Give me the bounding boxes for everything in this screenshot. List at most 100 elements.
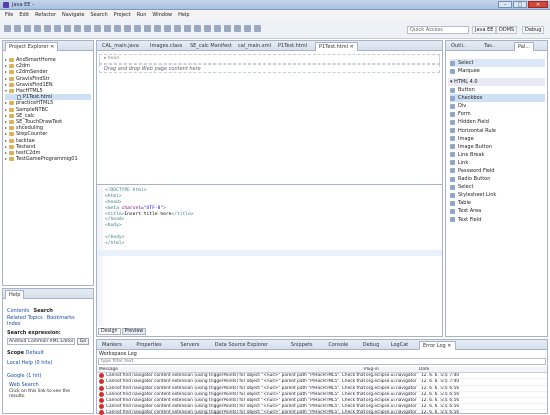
close-button[interactable]: ✕ xyxy=(528,1,548,8)
toolbar-icon[interactable] xyxy=(14,25,21,32)
palette-item[interactable]: Hidden Field xyxy=(450,118,545,126)
toolbar-icon[interactable] xyxy=(144,25,151,32)
editor-tab[interactable]: cal_main.xml xyxy=(235,42,274,51)
toolbar-icon[interactable] xyxy=(4,25,11,32)
palette-item[interactable]: Table xyxy=(450,199,545,207)
bottom-tab[interactable]: Data Source Explorer xyxy=(212,341,271,350)
minimize-button[interactable]: – xyxy=(498,1,512,8)
log-column-header[interactable]: Date xyxy=(419,367,479,372)
log-column-header[interactable]: Plug-in xyxy=(364,367,419,372)
palette-item[interactable]: Text Area xyxy=(450,207,545,215)
maximize-button[interactable]: □ xyxy=(513,1,527,8)
toolbar-icon[interactable] xyxy=(214,25,221,32)
design-drop-area[interactable]: Drag and drop Web page content here xyxy=(99,64,440,73)
bottom-tab[interactable]: Debug xyxy=(360,341,382,350)
palette-item[interactable]: Text Field xyxy=(450,216,545,224)
bottom-tab[interactable]: Properties xyxy=(133,341,164,350)
toolbar-icon[interactable] xyxy=(244,25,251,32)
menu-help[interactable]: Help xyxy=(178,12,189,18)
toolbar-icon[interactable] xyxy=(54,25,61,32)
toolbar-icon[interactable] xyxy=(194,25,201,32)
tab-design[interactable]: Design xyxy=(98,328,121,335)
palette-tool[interactable]: Marquee xyxy=(450,67,545,75)
menu-search[interactable]: Search xyxy=(90,12,107,18)
toolbar-icon[interactable] xyxy=(84,25,91,32)
perspective-debug[interactable]: Debug xyxy=(522,26,545,34)
toolbar-icon[interactable] xyxy=(164,25,171,32)
toolbar-icon[interactable] xyxy=(184,25,191,32)
local-help-link[interactable]: Local Help (0 hits) xyxy=(7,360,52,366)
help-contents-link[interactable]: Contents xyxy=(7,308,30,314)
help-search-link[interactable]: Search xyxy=(34,308,53,314)
source-editor[interactable]: <!DOCTYPE html> <html> <head> <meta charset… xyxy=(105,188,194,247)
tree-item[interactable]: ▸ TestGameProgrammig01 xyxy=(5,156,91,162)
split-divider[interactable] xyxy=(97,184,442,185)
toolbar-icon[interactable] xyxy=(254,25,261,32)
close-icon[interactable]: ✕ xyxy=(446,343,451,349)
palette-item[interactable]: Select xyxy=(450,183,545,191)
tab-help[interactable]: Help xyxy=(5,290,25,299)
toolbar-icon[interactable] xyxy=(34,25,41,32)
toolbar-icon[interactable] xyxy=(74,25,81,32)
menu-navigate[interactable]: Navigate xyxy=(62,12,84,18)
toolbar-icon[interactable] xyxy=(114,25,121,32)
palette-item[interactable]: Button xyxy=(450,86,545,94)
help-related-topics-link[interactable]: Related Topics xyxy=(7,315,43,321)
quick-access-input[interactable]: Quick Access xyxy=(407,26,469,34)
menu-file[interactable]: File xyxy=(5,12,13,18)
palette-item[interactable]: Horizontal Rule xyxy=(450,126,545,134)
menu-run[interactable]: Run xyxy=(137,12,147,18)
bottom-tab[interactable]: Snippets xyxy=(288,341,316,350)
menu-project[interactable]: Project xyxy=(114,12,131,18)
tab-preview[interactable]: Preview xyxy=(121,328,147,335)
palette-item[interactable]: Div xyxy=(450,102,545,110)
toolbar-icon[interactable] xyxy=(204,25,211,32)
toolbar-icon[interactable] xyxy=(134,25,141,32)
log-row[interactable]: Cannot find navigator content extension … xyxy=(97,410,547,415)
palette-item[interactable]: Image xyxy=(450,135,545,143)
toolbar-icon[interactable] xyxy=(64,25,71,32)
log-filter-input[interactable]: type filter text xyxy=(98,358,546,365)
toolbar-icon[interactable] xyxy=(44,25,51,32)
right-tab[interactable]: Pal... xyxy=(514,42,535,51)
bottom-tab[interactable]: LogCat xyxy=(388,341,411,350)
toolbar-icon[interactable] xyxy=(124,25,131,32)
palette-tool[interactable]: Select xyxy=(450,59,545,68)
toolbar-icon[interactable] xyxy=(154,25,161,32)
help-bookmarks-link[interactable]: Bookmarks xyxy=(47,315,75,321)
palette-item[interactable]: Link xyxy=(450,159,545,167)
bottom-tab[interactable]: Markers xyxy=(99,341,125,350)
palette-item[interactable]: Line Break xyxy=(450,151,545,159)
toolbar-icon[interactable] xyxy=(234,25,241,32)
help-go-button[interactable]: Go xyxy=(77,338,89,345)
menu-window[interactable]: Window xyxy=(152,12,172,18)
editor-tab[interactable]: Images.class xyxy=(147,42,185,51)
perspective-ddms[interactable]: DDMS xyxy=(496,26,518,34)
menu-refactor[interactable]: Refactor xyxy=(35,12,56,18)
close-icon[interactable]: ✕ xyxy=(348,44,354,50)
bottom-tab[interactable]: Servers xyxy=(177,341,202,350)
palette-section-html4[interactable]: ▾ HTML 4.0 xyxy=(448,78,545,86)
editor-tab[interactable]: P1Test.html ✕ xyxy=(315,42,358,51)
toolbar-icon[interactable] xyxy=(24,25,31,32)
help-search-input[interactable]: Android Common XML Editor xyxy=(7,338,75,345)
palette-item[interactable]: Image Button xyxy=(450,143,545,151)
google-results-link[interactable]: Google (1 hit) xyxy=(7,373,41,379)
toolbar-icon[interactable] xyxy=(94,25,101,32)
menu-edit[interactable]: Edit xyxy=(19,12,29,18)
scope-value-link[interactable]: Default xyxy=(26,350,44,356)
palette-item[interactable]: Stylesheet Link xyxy=(450,191,545,199)
palette-item[interactable]: Checkbox xyxy=(450,94,545,103)
bottom-tab[interactable]: Error Log ✕ xyxy=(419,341,456,350)
toolbar-icon[interactable] xyxy=(174,25,181,32)
toolbar-icon[interactable] xyxy=(224,25,231,32)
right-tab[interactable]: Outli.. xyxy=(448,42,469,51)
editor-tab[interactable]: CAL_main.java xyxy=(99,42,142,51)
palette-item[interactable]: Password Field xyxy=(450,167,545,175)
perspective-java-ee[interactable]: Java EE xyxy=(472,26,497,34)
web-search-link[interactable]: Web Search xyxy=(9,382,39,388)
editor-tab[interactable]: P1Test.html xyxy=(275,42,310,51)
help-index-link[interactable]: Index xyxy=(7,321,21,327)
editor-tab[interactable]: SE_calc Manifest xyxy=(187,42,235,51)
toolbar-icon[interactable] xyxy=(104,25,111,32)
